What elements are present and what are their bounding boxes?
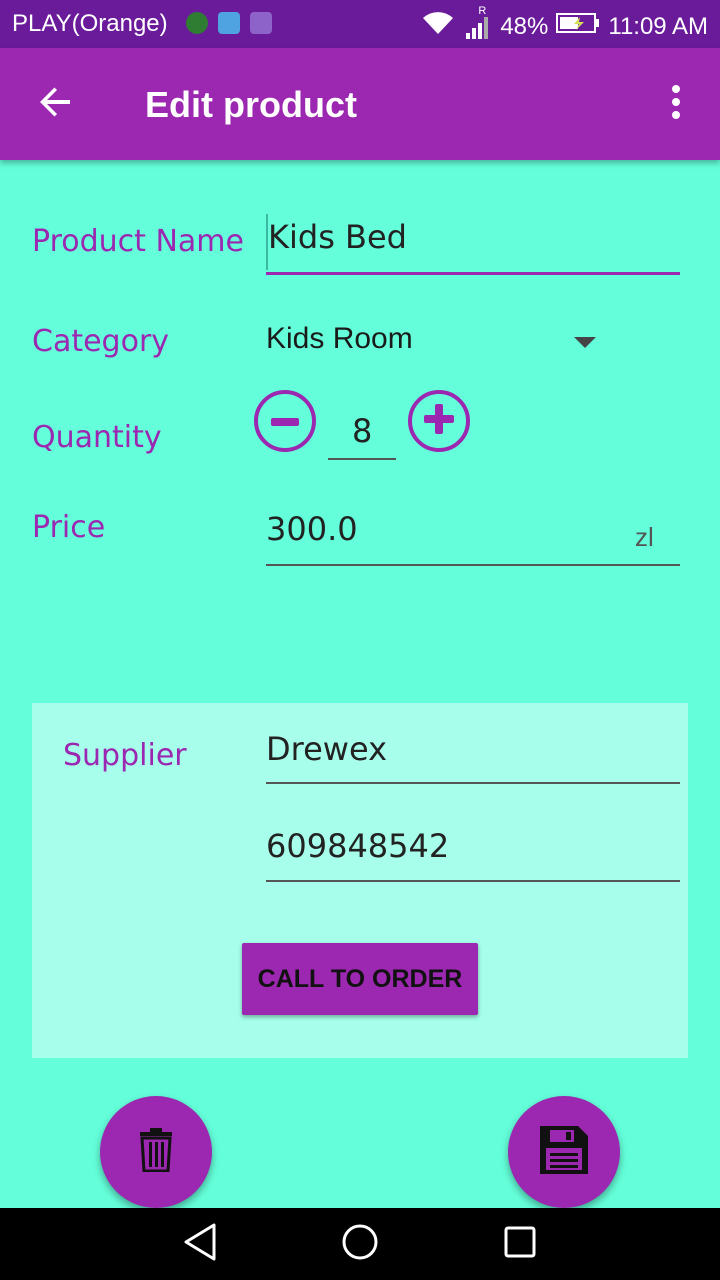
globe-icon [186, 12, 208, 34]
battery-icon [556, 11, 600, 42]
system-nav-bar [0, 1208, 720, 1280]
call-to-order-button[interactable]: CALL TO ORDER [242, 943, 478, 1015]
square-recents-icon [503, 1225, 537, 1263]
minus-icon [271, 412, 299, 431]
overflow-menu-button[interactable] [656, 76, 696, 132]
nav-home-button[interactable] [336, 1220, 384, 1268]
delete-fab[interactable] [100, 1096, 212, 1208]
android-icon [218, 12, 240, 34]
battery-percent: 48% [500, 12, 549, 40]
plus-icon [424, 404, 454, 438]
triangle-back-icon [182, 1222, 218, 1266]
roaming-label: R [478, 4, 487, 17]
status-bar: PLAY(Orange) R 48% 11:09 AM [0, 0, 720, 48]
product-name-input[interactable]: Kids Bed [268, 218, 407, 256]
quantity-input[interactable]: 8 [352, 412, 372, 450]
currency-label: zl [635, 522, 654, 552]
circle-home-icon [341, 1223, 379, 1265]
product-name-underline [266, 272, 680, 275]
more-vert-icon [671, 84, 681, 124]
quantity-label: Quantity [32, 420, 162, 455]
price-input[interactable]: 300.0 [266, 510, 358, 548]
wifi-icon [420, 10, 456, 43]
supplier-name-underline [266, 782, 680, 784]
supplier-label: Supplier [63, 738, 187, 773]
quantity-underline [328, 458, 396, 460]
status-right: R 48% 11:09 AM [420, 5, 708, 43]
carrier-name: PLAY(Orange) [12, 10, 168, 37]
nav-back-button[interactable] [176, 1220, 224, 1268]
arrow-back-icon [38, 84, 74, 124]
supplier-phone-input[interactable]: 609848542 [266, 827, 449, 865]
supplier-name-input[interactable]: Drewex [266, 730, 387, 768]
dropdown-arrow-icon [574, 334, 596, 353]
trash-icon [138, 1128, 174, 1176]
category-label: Category [32, 324, 170, 359]
notification-icons [186, 12, 272, 34]
save-fab[interactable] [508, 1096, 620, 1208]
supplier-phone-underline [266, 880, 680, 882]
app-toolbar: Edit product [0, 48, 720, 160]
product-name-label: Product Name [32, 224, 244, 259]
category-selected-value: Kids Room [266, 322, 413, 355]
price-label: Price [32, 510, 106, 545]
increment-button[interactable] [408, 390, 470, 452]
floppy-disk-icon [540, 1126, 588, 1178]
decrement-button[interactable] [254, 390, 316, 452]
cell-signal-icon: R [464, 5, 492, 41]
nav-recents-button[interactable] [496, 1220, 544, 1268]
price-underline [266, 564, 680, 566]
image-icon [250, 12, 272, 34]
back-button[interactable] [28, 76, 84, 132]
page-title: Edit product [145, 84, 357, 125]
category-spinner[interactable]: Kids Room [266, 318, 606, 362]
clock: 11:09 AM [608, 12, 708, 40]
